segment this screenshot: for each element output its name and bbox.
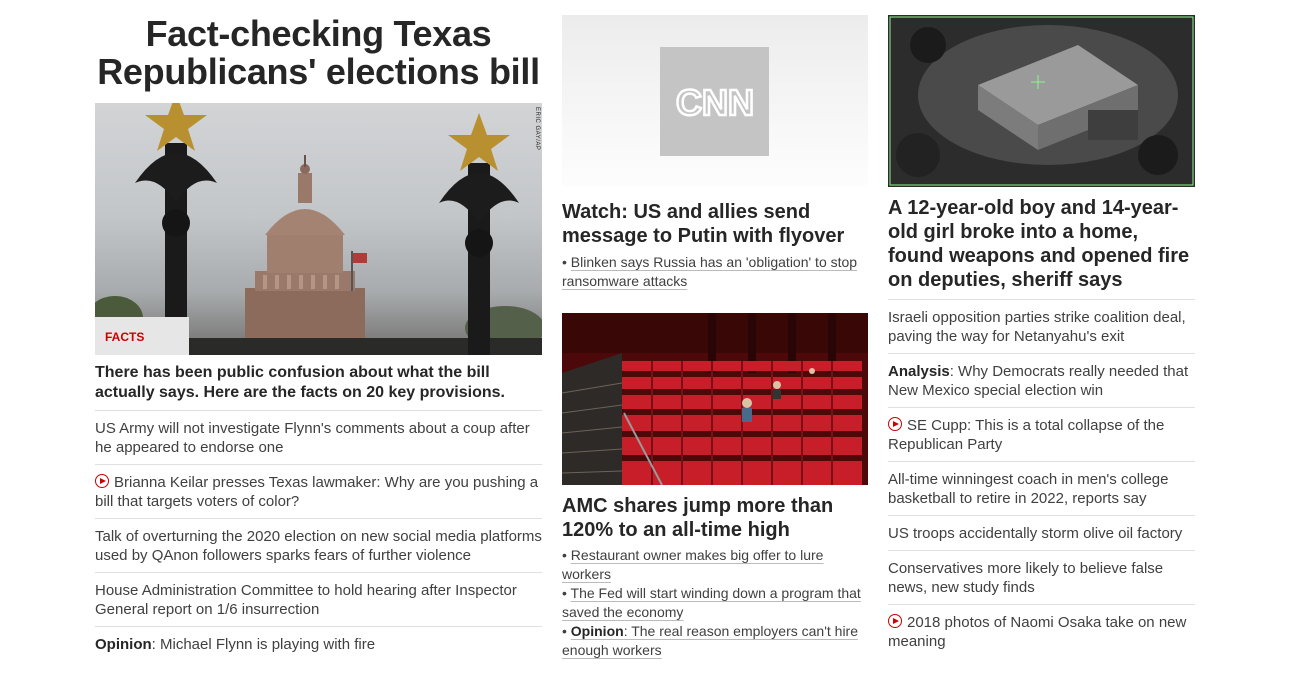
list-item[interactable]: US troops accidentally storm olive oil f… (888, 515, 1195, 550)
list-item[interactable]: Opinion: Michael Flynn is playing with f… (95, 626, 542, 661)
sub-link[interactable]: • Opinion: The real reason employers can… (562, 622, 868, 660)
amc-related-links: • Restaurant owner makes big offer to lu… (562, 542, 868, 660)
list-item[interactable]: SE Cupp: This is a total collapse of the… (888, 407, 1195, 461)
main-story-column: Fact-checking Texas Republicans' electio… (95, 0, 542, 661)
list-item[interactable]: Israeli opposition parties strike coalit… (888, 299, 1195, 353)
list-item-text: Conservatives more likely to believe fal… (888, 560, 1164, 596)
list-item-text: : Michael Flynn is playing with fire (151, 636, 376, 653)
list-item-text: US troops accidentally storm olive oil f… (888, 525, 1183, 542)
facts-first-badge[interactable]: FACTS FIRST (95, 317, 189, 355)
opinion-label: Opinion (95, 636, 152, 653)
list-item[interactable]: 2018 photos of Naomi Osaka take on new m… (888, 604, 1195, 658)
theater-seats-illustration (562, 313, 868, 485)
play-video-icon (888, 614, 902, 628)
right-stories-list: Israeli opposition parties strike coalit… (888, 299, 1195, 658)
right-column: A 12-year-old boy and 14-year-old girl b… (888, 0, 1195, 658)
cnn-logo: CNN (660, 47, 769, 156)
main-headline[interactable]: Fact-checking Texas Republicans' electio… (95, 0, 542, 103)
cnn-video-thumbnail[interactable]: CNN (562, 15, 868, 187)
list-item-text: SE Cupp: This is a total collapse of the… (888, 417, 1165, 453)
sub-link-text: Blinken says Russia has an 'obligation' … (562, 254, 858, 289)
sub-link[interactable]: • Restaurant owner makes big offer to lu… (562, 546, 868, 584)
sub-link[interactable]: • The Fed will start winding down a prog… (562, 584, 868, 622)
list-item-text: Brianna Keilar presses Texas lawmaker: W… (95, 474, 539, 510)
cnn-logo-text: CNN (676, 82, 754, 122)
list-item[interactable]: All-time winningest coach in men's colle… (888, 461, 1195, 515)
hero-description[interactable]: There has been public confusion about wh… (95, 355, 542, 410)
sub-link[interactable]: • Blinken says Russia has an 'obligation… (562, 248, 868, 291)
amc-headline[interactable]: AMC shares jump more than 120% to an all… (562, 485, 868, 542)
list-item[interactable]: Conservatives more likely to believe fal… (888, 550, 1195, 604)
list-item[interactable]: House Administration Committee to hold h… (95, 572, 542, 626)
middle-column: CNN Watch: US and allies send message to… (562, 0, 868, 660)
list-item[interactable]: Brianna Keilar presses Texas lawmaker: W… (95, 464, 542, 518)
opinion-label: Opinion (570, 623, 624, 639)
sub-link-text: Restaurant owner makes big offer to lure… (562, 547, 824, 582)
related-stories-list: US Army will not investigate Flynn's com… (95, 410, 542, 661)
list-item-text: House Administration Committee to hold h… (95, 582, 517, 618)
list-item-text: All-time winningest coach in men's colle… (888, 471, 1169, 507)
sheriff-headline[interactable]: A 12-year-old boy and 14-year-old girl b… (888, 187, 1195, 299)
sub-link-text: The Fed will start winding down a progra… (562, 585, 861, 620)
list-item[interactable]: Analysis: Why Democrats really needed th… (888, 353, 1195, 407)
play-video-icon (888, 417, 902, 431)
list-item-text: US Army will not investigate Flynn's com… (95, 420, 530, 456)
hero-image[interactable]: ERIC GAY/AP FACTS FIRST (95, 103, 542, 355)
list-item-text: Talk of overturning the 2020 election on… (95, 528, 542, 564)
photo-credit: ERIC GAY/AP (534, 107, 540, 151)
play-video-icon (95, 474, 109, 488)
list-item-text: Israeli opposition parties strike coalit… (888, 309, 1186, 345)
aerial-thermal-image[interactable] (888, 15, 1195, 187)
flyover-headline[interactable]: Watch: US and allies send message to Put… (562, 187, 868, 248)
list-item-text: 2018 photos of Naomi Osaka take on new m… (888, 614, 1187, 650)
amc-theater-image[interactable] (562, 313, 868, 485)
list-item[interactable]: Talk of overturning the 2020 election on… (95, 518, 542, 572)
cnn-logo-mark: CNN (674, 82, 755, 122)
list-item[interactable]: US Army will not investigate Flynn's com… (95, 410, 542, 464)
thermal-house-illustration (888, 15, 1195, 187)
analysis-label: Analysis (888, 363, 950, 380)
